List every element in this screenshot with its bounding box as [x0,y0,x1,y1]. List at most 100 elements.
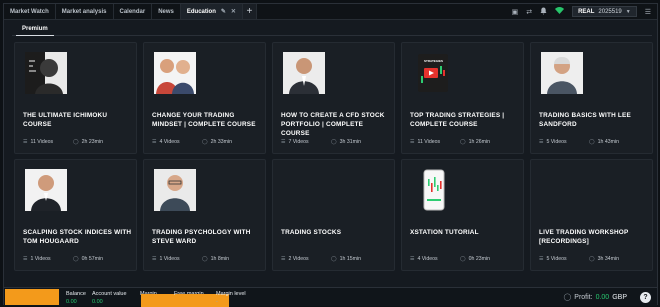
clock-icon: ◯ [460,139,466,145]
balance-stat: Balance 0.00 [66,291,86,305]
videos-icon: ☰ [539,139,544,145]
clock-icon: ◯ [563,294,572,301]
balance-value: 0.00 [66,299,77,305]
course-title: TRADING STOCKS [281,229,342,236]
course-title: SCALPING STOCK INDICES WITH TOM HOUGAARD [23,229,132,245]
course-meta: ☰ 5 Videos ◯ 1h 43min [539,139,649,145]
course-title: XSTATION TUTORIAL [410,229,479,236]
free-margin-stat: Free margin 0.00 [174,291,229,307]
course-thumbnail [25,52,67,94]
tab-calendar[interactable]: Calendar [114,4,153,19]
video-count: 5 Videos [546,256,567,262]
course-card-live-workshop[interactable]: LIVE TRADING WORKSHOP [RECORDINGS] ☰ 5 Vi… [530,159,653,271]
course-card-cfd-portfolio[interactable]: HOW TO CREATE A CFD STOCK PORTFOLIO | CO… [272,42,395,154]
videos-icon: ☰ [23,256,28,262]
margin-level-value: - [216,299,218,305]
course-thumbnail [541,52,583,94]
add-tab-button[interactable]: + [242,4,257,19]
margin-stat: Margin 0.00 [140,291,195,307]
screen-icon[interactable]: ▣ [512,8,519,16]
duration: 1h 43min [597,139,619,145]
tab-education[interactable]: Education ✎ ✕ [180,4,243,19]
videos-icon: ☰ [23,139,28,145]
video-count: 11 Videos [30,139,54,145]
course-card-trading-mindset[interactable]: CHANGE YOUR TRADING MINDSET | COMPLETE C… [143,42,266,154]
clock-icon: ◯ [202,256,208,262]
exchange-icon[interactable]: ⇄ [526,8,532,16]
course-thumbnail: STRATEGIES [412,52,454,94]
tab-news[interactable]: News [152,4,181,19]
duration: 2h 33min [210,139,232,145]
deposit-button[interactable] [5,289,59,305]
course-grid: THE ULTIMATE ICHIMOKU COURSE ☰ 11 Videos … [14,42,654,282]
videos-icon: ☰ [410,139,415,145]
course-meta: ☰ 4 Videos ◯ 0h 23min [410,256,520,262]
account-value-stat: Account value 0.00 [92,291,127,305]
course-title: TOP TRADING STRATEGIES | COMPLETE COURSE [410,112,505,128]
thumbnail-text: STRATEGIES [424,59,443,63]
topbar-right: ▣ ⇄ REAL 2025519 ▼ ☰ [512,4,657,19]
course-card-trading-stocks[interactable]: TRADING STOCKS ☰ 2 Videos ◯ 1h 15min [272,159,395,271]
course-title: HOW TO CREATE A CFD STOCK PORTFOLIO | CO… [281,112,385,137]
tab-label: Calendar [119,8,146,15]
bell-icon[interactable] [540,7,547,17]
balance-label: Balance [66,291,86,297]
clock-icon: ◯ [460,256,466,262]
pin-icon[interactable]: ✎ [221,8,226,15]
course-card-ichimoku[interactable]: THE ULTIMATE ICHIMOKU COURSE ☰ 11 Videos … [14,42,137,154]
help-button[interactable]: ? [640,292,651,303]
account-value-value: 0.00 [92,299,103,305]
video-count: 7 Videos [288,139,309,145]
chevron-down-icon: ▼ [625,8,631,15]
duration: 3h 34min [597,256,619,262]
course-card-top-strategies[interactable]: STRATEGIES TOP TRADING STRATEGIES | COMP… [401,42,524,154]
course-thumbnail [25,169,67,211]
menu-icon[interactable]: ☰ [645,8,651,16]
course-thumbnail [412,169,454,211]
profit-summary: ◯ Profit: 0.00 GBP [563,293,627,302]
wifi-icon [555,7,565,16]
profit-value: 0.00 [595,293,610,301]
course-thumbnail [154,169,196,211]
videos-icon: ☰ [281,139,286,145]
course-card-xstation-tutorial[interactable]: XSTATION TUTORIAL ☰ 4 Videos ◯ 0h 23min [401,159,524,271]
tab-label: Market analysis [61,8,107,15]
course-title: LIVE TRADING WORKSHOP [RECORDINGS] [539,229,629,245]
course-meta: ☰ 1 Videos ◯ 1h 8min [152,256,262,262]
course-meta: ☰ 11 Videos ◯ 2h 23min [23,139,133,145]
add-tab-label: + [246,6,253,17]
course-title: TRADING BASICS WITH LEE SANDFORD [539,112,631,128]
account-selector[interactable]: REAL 2025519 ▼ [572,6,637,17]
video-count: 2 Videos [288,256,309,262]
profit-currency: GBP [612,293,627,301]
course-title: THE ULTIMATE ICHIMOKU COURSE [23,112,108,128]
duration: 1h 8min [210,256,230,262]
video-count: 11 Videos [417,139,441,145]
course-meta: ☰ 7 Videos ◯ 3h 31min [281,139,391,145]
course-title: TRADING PSYCHOLOGY WITH STEVE WARD [152,229,251,245]
tab-market-watch[interactable]: Market Watch [4,4,56,19]
course-title: CHANGE YOUR TRADING MINDSET | COMPLETE C… [152,112,256,128]
clock-icon: ◯ [73,139,79,145]
close-icon[interactable]: ✕ [231,8,236,15]
videos-icon: ☰ [539,256,544,262]
course-card-trading-basics[interactable]: TRADING BASICS WITH LEE SANDFORD ☰ 5 Vide… [530,42,653,154]
videos-icon: ☰ [410,256,415,262]
clock-icon: ◯ [331,256,337,262]
clock-icon: ◯ [73,256,79,262]
margin-level-stat: Margin level - [216,291,246,305]
duration: 0h 23min [468,256,490,262]
video-count: 4 Videos [417,256,438,262]
video-count: 4 Videos [159,139,180,145]
tab-market-analysis[interactable]: Market analysis [56,4,114,19]
course-thumbnail [154,52,196,94]
course-card-scalping[interactable]: SCALPING STOCK INDICES WITH TOM HOUGAARD… [14,159,137,271]
clock-icon: ◯ [202,139,208,145]
app-window: Market Watch Market analysis Calendar Ne… [3,3,658,307]
course-thumbnail [283,52,325,94]
duration: 0h 57min [81,256,103,262]
tab-premium[interactable]: Premium [16,24,54,36]
video-count: 1 Videos [30,256,51,262]
tab-label: Education [186,8,216,15]
course-card-trading-psychology[interactable]: TRADING PSYCHOLOGY WITH STEVE WARD ☰ 1 Vi… [143,159,266,271]
